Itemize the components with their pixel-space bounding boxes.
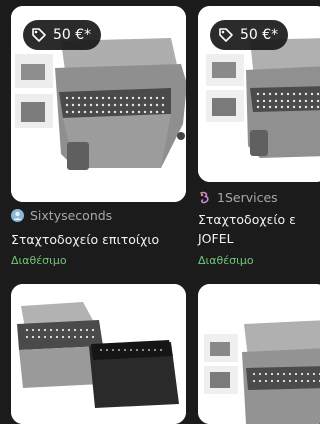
listing-card-3[interactable] [11, 284, 186, 424]
price-badge-2: 50 €* [210, 20, 289, 50]
price-badge-1: 50 €* [23, 20, 102, 50]
product-image-3[interactable] [11, 284, 186, 424]
tag-icon [219, 28, 233, 42]
listing-card-1[interactable]: 50 €* [11, 6, 186, 202]
seller-name-2: 1Services [217, 190, 278, 205]
availability-2: Διαθέσιμο [198, 254, 254, 267]
listing-title-2-line2[interactable]: JOFEL [198, 230, 234, 248]
seller-row-1[interactable]: Sixtyseconds [11, 208, 112, 223]
avatar-icon [11, 209, 24, 222]
listing-card-4[interactable] [198, 284, 320, 424]
seller-row-2[interactable]: 1Services [198, 190, 278, 205]
product-image-4[interactable] [198, 284, 320, 424]
ashtray-render-2 [246, 38, 320, 158]
brand-logo-icon [200, 191, 209, 204]
listing-title-1[interactable]: Σταχτοδοχείο επιτοίχιο [11, 231, 159, 249]
price-text-1: 50 €* [53, 27, 92, 43]
ashtray-render-4 [242, 320, 320, 424]
seller-name-1: Sixtyseconds [30, 208, 113, 223]
availability-1: Διαθέσιμο [11, 254, 67, 267]
listing-title-2-line1[interactable]: Σταχτοδοχείο ε [198, 211, 296, 229]
tag-icon [32, 28, 46, 42]
ashtray-render [55, 38, 186, 170]
price-text-2: 50 €* [240, 27, 279, 43]
listing-card-2[interactable]: 50 €* [198, 6, 320, 182]
